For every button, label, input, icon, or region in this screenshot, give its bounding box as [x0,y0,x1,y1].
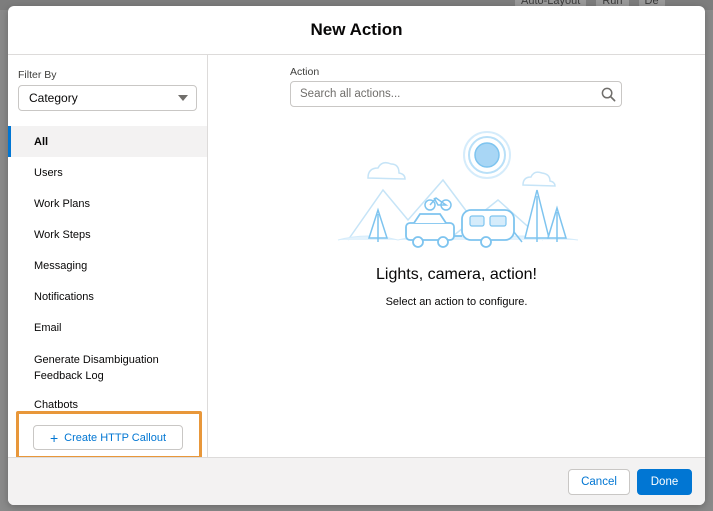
category-item-work-steps[interactable]: Work Steps [8,219,207,250]
search-icon[interactable] [601,87,616,102]
modal-footer: Cancel Done [8,457,705,505]
action-search-input[interactable] [300,82,590,106]
category-item-label: Generate Disambiguation Feedback Log [34,354,159,382]
chevron-down-icon [178,95,188,101]
filter-by-label: Filter By [18,69,57,81]
action-label: Action [290,66,320,78]
empty-state-subtitle: Select an action to configure. [385,296,528,308]
category-item-messaging[interactable]: Messaging [8,250,207,281]
category-item-generate-disambiguation-feedback-log[interactable]: Generate Disambiguation Feedback Log [8,343,207,389]
plus-icon: + [49,429,59,446]
category-item-label: Work Steps [34,228,91,241]
category-item-label: Messaging [34,259,88,272]
category-item-work-plans[interactable]: Work Plans [8,188,207,219]
category-item-email[interactable]: Email [8,312,207,343]
create-http-callout-label: Create HTTP Callout [64,431,167,444]
category-item-label: Chatbots [34,398,79,411]
create-http-callout-button[interactable]: + Create HTTP Callout [33,425,183,450]
action-search-box [290,81,622,107]
category-filter-value: Category [29,91,78,105]
category-item-label: Notifications [34,290,94,303]
done-button[interactable]: Done [637,469,692,495]
filter-sidebar: Filter By Category All Users Work Plans … [8,55,208,459]
modal-title: New Action [310,20,403,39]
modal-header: New Action [8,6,705,55]
action-main-panel: Action Search all actions... Lights, cam… [208,55,705,457]
category-list: All Users Work Plans Work Steps Messagin… [8,126,207,420]
category-item-label: Email [34,321,62,334]
empty-state-illustration [337,131,579,248]
category-item-users[interactable]: Users [8,157,207,188]
cancel-button[interactable]: Cancel [568,469,630,495]
category-item-label: Users [34,166,63,179]
category-item-notifications[interactable]: Notifications [8,281,207,312]
category-item-all[interactable]: All [8,126,207,157]
category-filter-select[interactable]: Category [18,85,197,111]
category-item-label: All [34,135,49,148]
empty-state-title: Lights, camera, action! [376,266,537,283]
new-action-modal: New Action Filter By Category All Users … [8,6,705,505]
category-item-label: Work Plans [34,197,91,210]
